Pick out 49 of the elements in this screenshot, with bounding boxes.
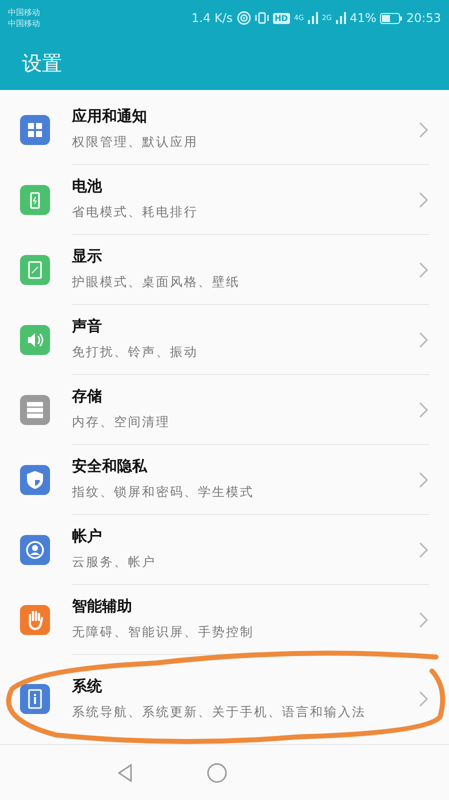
item-subtitle: 省电模式、耗电排行 (72, 203, 199, 221)
settings-item[interactable]: 声音 免打扰、铃声、振动 (0, 305, 449, 375)
item-title: 智能辅助 (72, 597, 133, 616)
settings-item[interactable]: 显示 护眼模式、桌面风格、壁纸 (0, 235, 449, 305)
item-subtitle: 免打扰、铃声、振动 (72, 343, 199, 361)
item-title: 安全和隐私 (72, 457, 148, 476)
settings-item[interactable]: 应用和通知 权限管理、默认应用 (0, 95, 449, 165)
clock: 20:53 (406, 11, 441, 25)
item-subtitle: 指纹、锁屏和密码、学生模式 (72, 483, 255, 501)
item-title: 帐户 (72, 527, 103, 546)
signal-icon (308, 12, 318, 24)
item-title: 应用和通知 (72, 107, 148, 126)
item-title: 存储 (72, 387, 103, 406)
item-title: 声音 (72, 317, 103, 336)
page-title: 设置 (22, 50, 62, 76)
item-subtitle: 权限管理、默认应用 (72, 133, 199, 151)
chevron-icon (417, 120, 429, 138)
chevron-icon (417, 470, 429, 488)
chevron-icon (417, 540, 429, 558)
item-title: 电池 (72, 177, 104, 196)
chevron-icon (417, 400, 429, 418)
item-subtitle: 无障碍、智能识屏、手势控制 (72, 623, 255, 641)
settings-item[interactable]: 电池 省电模式、耗电排行 (0, 165, 449, 235)
settings-item[interactable]: 存储 内存、空间清理 (0, 375, 449, 445)
item-title: 显示 (72, 247, 103, 266)
settings-item[interactable]: 帐户 云服务、帐户 (0, 515, 449, 585)
hd-badge: HD (272, 12, 290, 24)
item-subtitle: 云服务、帐户 (72, 553, 157, 571)
settings-item[interactable]: 系统 系统导航、系统更新、关于手机、语言和输入法 (0, 655, 449, 743)
chevron-icon (417, 330, 429, 348)
chevron-icon (417, 610, 429, 628)
chevron-icon (417, 190, 429, 208)
item-subtitle: 内存、空间清理 (72, 413, 171, 431)
item-subtitle: 系统导航、系统更新、关于手机、语言和输入法 (72, 702, 367, 720)
settings-item[interactable]: 智能辅助 无障碍、智能识屏、手势控制 (0, 585, 449, 655)
signal-icon (336, 12, 346, 24)
settings-item[interactable]: 安全和隐私 指纹、锁屏和密码、学生模式 (0, 445, 449, 515)
chevron-icon (417, 260, 429, 278)
item-title: 系统 (72, 676, 103, 696)
carrier-name: 中国移动 (8, 19, 40, 28)
item-subtitle: 护眼模式、桌面风格、壁纸 (72, 273, 241, 291)
network-speed: 1.4 K/s (192, 11, 233, 25)
hotspot-icon (236, 11, 251, 25)
home-button[interactable] (206, 762, 228, 784)
battery-percent: 41% (350, 11, 376, 25)
chevron-icon (417, 690, 429, 708)
vibrate-icon (254, 11, 269, 25)
carrier-name: 中国移动 (8, 8, 40, 17)
battery-icon (380, 12, 402, 24)
